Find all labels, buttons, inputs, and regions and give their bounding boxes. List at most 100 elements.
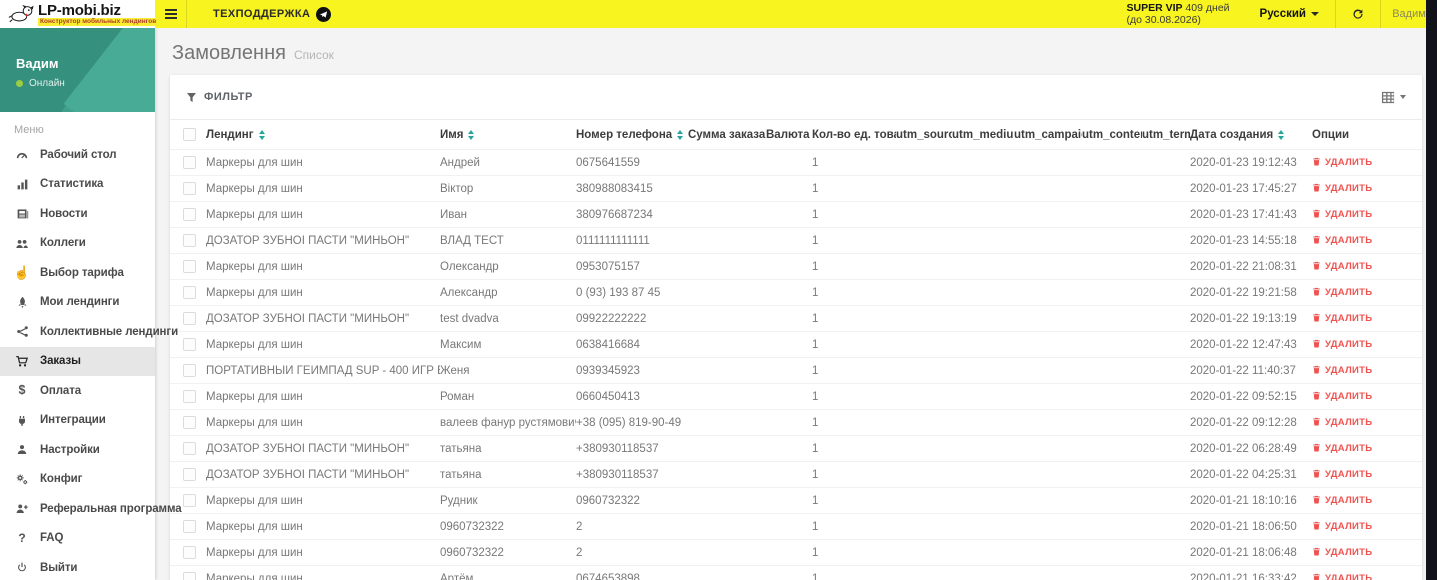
column-header-utm_content: utm_content [1082,129,1142,141]
delete-button[interactable]: УДАЛИТЬ [1312,443,1372,455]
sidebar-item-dashboard[interactable]: Рабочий стол [0,140,155,170]
sidebar-toggle-button[interactable] [155,0,187,28]
delete-button[interactable]: УДАЛИТЬ [1312,339,1372,351]
delete-button[interactable]: УДАЛИТЬ [1312,183,1372,195]
row-checkbox[interactable] [183,156,196,169]
trash-icon [1312,443,1321,455]
delete-button[interactable]: УДАЛИТЬ [1312,547,1372,559]
logo-dog-icon [8,3,34,25]
sidebar-user-name: Вадим [16,56,59,71]
sidebar-item-payment[interactable]: $ Оплата [0,376,155,406]
delete-button[interactable]: УДАЛИТЬ [1312,469,1372,481]
cell-date: 2020-01-23 17:41:43 [1190,208,1297,221]
refresh-button[interactable] [1336,0,1380,28]
row-checkbox[interactable] [183,546,196,559]
delete-button[interactable]: УДАЛИТЬ [1312,287,1372,299]
cell-phone: 0675641559 [576,156,640,169]
cell-qty: 1 [812,390,819,403]
sidebar-item-news[interactable]: Новости [0,199,155,229]
sidebar-item-logout[interactable]: Выйти [0,553,155,580]
sidebar-item-label: Реферальная программа [40,502,182,515]
sidebar-item-referral[interactable]: Реферальная программа [0,494,182,524]
column-header-options: Опции [1306,129,1422,141]
column-header-label: Номер телефона [576,128,673,141]
delete-button[interactable]: УДАЛИТЬ [1312,313,1372,325]
delete-button[interactable]: УДАЛИТЬ [1312,417,1372,429]
support-link[interactable]: ТЕХПОДДЕРЖКА [187,0,349,28]
row-checkbox[interactable] [183,572,196,580]
delete-button[interactable]: УДАЛИТЬ [1312,495,1372,507]
sidebar-item-label: Новости [40,207,88,220]
row-checkbox[interactable] [183,338,196,351]
column-header-name[interactable]: Имя [440,129,576,141]
delete-label: УДАЛИТЬ [1325,547,1373,558]
sort-arrows-icon [258,129,265,140]
cell-qty: 1 [812,520,819,533]
brand-logo[interactable]: LP-mobi.biz Конструктор мобильных лендин… [0,0,159,28]
row-checkbox[interactable] [183,468,196,481]
language-selector[interactable]: Русский [1244,0,1335,28]
cell-qty: 1 [812,312,819,325]
cell-date: 2020-01-21 18:06:50 [1190,520,1297,533]
row-checkbox[interactable] [183,182,196,195]
delete-button[interactable]: УДАЛИТЬ [1312,235,1372,247]
table-row: Маркеры для шин Рудник 0960732322 1 2020-01-… [170,487,1422,513]
row-checkbox[interactable] [183,208,196,221]
cell-qty: 1 [812,208,819,221]
sidebar-item-tariff[interactable]: ☝ Выбор тарифа [0,258,155,288]
delete-button[interactable]: УДАЛИТЬ [1312,261,1372,273]
row-checkbox[interactable] [183,260,196,273]
delete-label: УДАЛИТЬ [1325,443,1373,454]
row-checkbox[interactable] [183,442,196,455]
cell-phone: +38 (095) 819-90-49 [576,416,682,429]
cell-name: татьяна [440,468,482,481]
sidebar-item-orders[interactable]: Заказы [0,346,155,376]
sidebar-item-config[interactable]: Конфиг [0,465,155,495]
column-header-date[interactable]: Дата создания [1190,129,1306,141]
cell-landing: ДОЗАТОР ЗУБНОЇ ПАСТИ "МИНЬОН" [206,468,410,481]
row-checkbox[interactable] [183,234,196,247]
filter-label: ФИЛЬТР [204,91,253,103]
cell-date: 2020-01-22 12:47:43 [1190,338,1297,351]
sidebar-item-integrations[interactable]: Интеграции [0,406,155,436]
row-checkbox[interactable] [183,520,196,533]
sidebar-item-label: Коллеги [40,237,86,250]
column-header-landing[interactable]: Лендинг [206,129,440,141]
sidebar-item-faq[interactable]: ? FAQ [0,524,155,554]
delete-button[interactable]: УДАЛИТЬ [1312,157,1372,169]
row-checkbox[interactable] [183,390,196,403]
cell-date: 2020-01-22 21:08:31 [1190,260,1297,273]
delete-button[interactable]: УДАЛИТЬ [1312,573,1372,580]
sidebar-item-colleagues[interactable]: Коллеги [0,229,155,259]
delete-button[interactable]: УДАЛИТЬ [1312,209,1372,221]
column-settings-button[interactable] [1381,91,1406,104]
row-checkbox[interactable] [183,364,196,377]
delete-button[interactable]: УДАЛИТЬ [1312,391,1372,403]
cell-landing: Маркеры для шин [206,286,303,299]
delete-button[interactable]: УДАЛИТЬ [1312,365,1372,377]
page-scrollbar[interactable] [1426,0,1437,580]
cell-qty: 1 [812,442,819,455]
sidebar-item-stats[interactable]: Статистика [0,170,155,200]
sidebar-item-settings[interactable]: Настройки [0,435,155,465]
row-checkbox[interactable] [183,312,196,325]
table-row: ДОЗАТОР ЗУБНОЇ ПАСТИ "МИНЬОН" test dvadva… [170,305,1422,331]
table-row: Маркеры для шин 0960732322 2 1 2020-01-21 18… [170,539,1422,565]
row-checkbox[interactable] [183,416,196,429]
cell-phone: +380930118537 [576,468,659,481]
filter-button[interactable]: ФИЛЬТР [186,91,253,103]
cell-qty: 1 [812,494,819,507]
sidebar-item-my-landings[interactable]: Мои лендинги [0,288,155,318]
cell-options: УДАЛИТЬ [1306,261,1422,273]
row-checkbox[interactable] [183,286,196,299]
row-checkbox[interactable] [183,494,196,507]
table-row: ДОЗАТОР ЗУБНОЇ ПАСТИ "МИНЬОН" ВЛАД ТЕСТ 01… [170,227,1422,253]
sidebar-user-card: Вадим Онлайн [0,28,155,112]
sidebar-item-collective-landings[interactable]: Коллективные лендинги [0,317,178,347]
select-all-checkbox[interactable] [183,128,196,141]
chevron-down-icon [1311,12,1319,16]
delete-button[interactable]: УДАЛИТЬ [1312,521,1372,533]
column-header-phone[interactable]: Номер телефона [576,129,688,141]
cell-landing: ПОРТАТИВНЫЙ ГЕЙМПАД SUP - 400 ИГР В 1 [206,364,440,377]
delete-label: УДАЛИТЬ [1325,261,1373,272]
